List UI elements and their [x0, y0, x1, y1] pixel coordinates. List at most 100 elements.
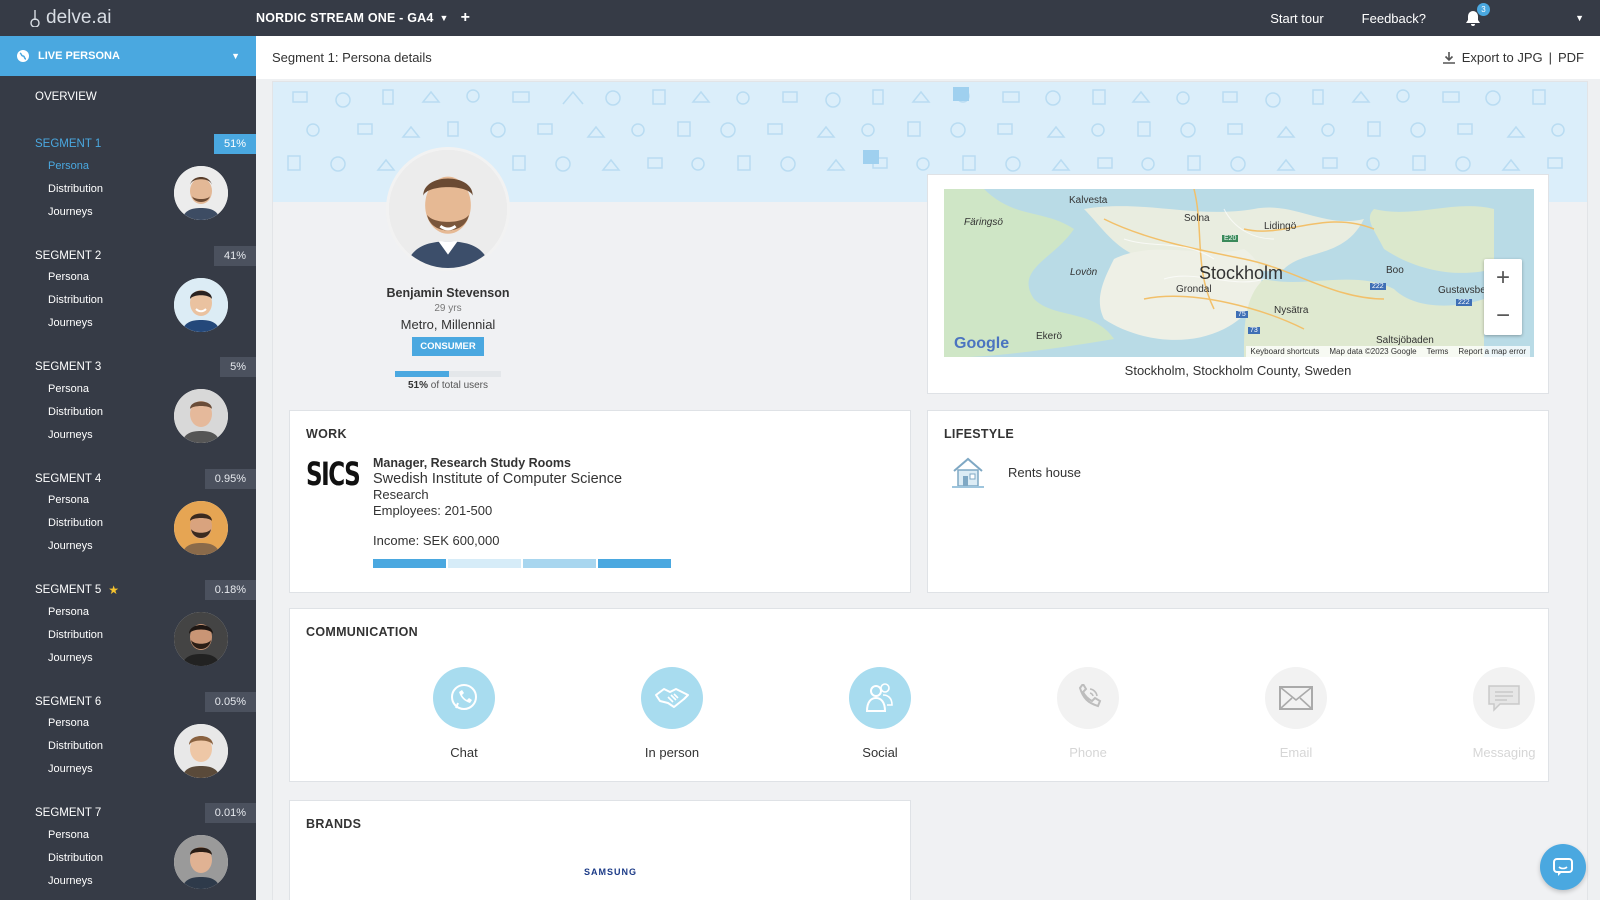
report-map-error-link[interactable]: Report a map error [1458, 347, 1526, 356]
sidebar-segment-6: SEGMENT 6 0.05% Persona Distribution Jou… [0, 691, 256, 804]
consumer-badge[interactable]: CONSUMER [412, 337, 484, 356]
sidebar-segment-1: SEGMENT 1 51% Persona Distribution Journ… [0, 134, 256, 246]
delve-logo-icon [30, 10, 40, 27]
live-persona-dropdown[interactable]: LIVE PERSONA ▼ [0, 36, 256, 76]
terms-link[interactable]: Terms [1427, 347, 1449, 356]
location-map-card: Kalvesta Solna Lidingö Färingsö Lovön St… [927, 174, 1549, 394]
avatar[interactable] [174, 166, 228, 220]
google-logo: Google [954, 335, 1010, 352]
project-name: NORDIC STREAM ONE - GA4 [256, 11, 434, 25]
chat-bubble-icon [1553, 858, 1573, 876]
export-pdf-link[interactable]: PDF [1558, 50, 1584, 65]
channel-messaging[interactable]: Messaging [1400, 667, 1600, 760]
sidebar-segment-7: SEGMENT 7 0.01% Persona Distribution Jou… [0, 803, 256, 900]
feedback-link[interactable]: Feedback? [1362, 11, 1426, 26]
project-selector[interactable]: NORDIC STREAM ONE - GA4 ▼ [256, 11, 449, 25]
channel-label: Social [862, 745, 898, 760]
channel-phone[interactable]: Phone [984, 667, 1192, 760]
location-map[interactable]: Kalvesta Solna Lidingö Färingsö Lovön St… [944, 189, 1534, 357]
road-shield: 222 [1456, 299, 1472, 306]
channel-chat[interactable]: Chat [360, 667, 568, 760]
map-label: Lidingö [1264, 221, 1297, 232]
sidebar-item-overview[interactable]: OVERVIEW [0, 76, 256, 134]
zoom-out-button[interactable]: − [1496, 302, 1510, 330]
segment-percentage: 51% [213, 134, 256, 154]
channel-label: Messaging [1472, 745, 1536, 760]
channel-email[interactable]: Email [1192, 667, 1400, 760]
map-label: Boo [1386, 265, 1404, 276]
map-label: Kalvesta [1069, 195, 1108, 206]
house-icon [952, 457, 984, 488]
lifestyle-item: Rents house [950, 455, 1081, 489]
notification-count-badge: 3 [1477, 3, 1490, 16]
users-progress-bar [395, 371, 501, 377]
top-bar: delve.ai NORDIC STREAM ONE - GA4 ▼ + Sta… [0, 0, 1600, 36]
map-label: Saltsjöbaden [1376, 335, 1434, 346]
segment-label-text: SEGMENT 5 [35, 584, 102, 596]
channel-in-person[interactable]: In person [568, 667, 776, 760]
map-label: Ekerö [1036, 331, 1063, 342]
income-scale-segment [448, 559, 521, 568]
sidebar-segment-4: SEGMENT 4 0.95% Persona Distribution Jou… [0, 468, 256, 581]
company-logo: SICS [306, 455, 361, 493]
avatar[interactable] [174, 612, 228, 666]
start-tour-link[interactable]: Start tour [1270, 11, 1323, 26]
social-people-icon [849, 667, 911, 729]
map-label: Lovön [1070, 267, 1098, 278]
avatar[interactable] [174, 277, 228, 332]
star-icon: ★ [108, 583, 120, 597]
channel-label: Chat [450, 745, 478, 760]
account-menu-chevron-icon[interactable]: ▼ [1575, 13, 1584, 23]
communication-card: COMMUNICATION Chat In person Social Phon… [289, 608, 1549, 782]
download-icon[interactable] [1442, 51, 1456, 65]
persona-name: Benjamin Stevenson [386, 286, 510, 300]
road-shield: 75 [1236, 311, 1248, 318]
persona-canvas: Benjamin Stevenson 29 yrs Metro, Millenn… [272, 81, 1588, 900]
sidebar: LIVE PERSONA ▼ OVERVIEW SEGMENT 1 51% Pe… [0, 36, 256, 900]
map-data-text: Map data ©2023 Google [1329, 347, 1417, 356]
avatar[interactable] [174, 723, 228, 778]
handshake-icon [641, 667, 703, 729]
income-scale-segment [373, 559, 446, 568]
map-label: Nysätra [1274, 305, 1309, 316]
app-logo[interactable]: delve.ai [0, 7, 256, 29]
support-chat-button[interactable] [1540, 844, 1586, 890]
work-card: WORK SICS Manager, Research Study Rooms … [289, 410, 911, 593]
employee-count: Employees: 201-500 [373, 503, 493, 518]
keyboard-shortcuts-link[interactable]: Keyboard shortcuts [1250, 347, 1319, 356]
income: Income: SEK 600,000 [373, 533, 500, 548]
segment-percentage: 0.95% [204, 468, 256, 489]
brands-card: BRANDS SAMSUNG [289, 800, 911, 900]
add-project-icon[interactable]: + [461, 9, 470, 27]
export-jpg-link[interactable]: Export to JPG [1462, 50, 1543, 65]
map-zoom-controls: + − [1484, 259, 1522, 335]
road-shield: 73 [1248, 327, 1260, 334]
export-separator: | [1548, 50, 1552, 65]
channel-social[interactable]: Social [776, 667, 984, 760]
zoom-in-button[interactable]: + [1496, 264, 1510, 292]
persona-age: 29 yrs [434, 303, 462, 314]
road-shield: E20 [1222, 235, 1239, 242]
logo-text: delve.ai [46, 7, 112, 28]
work-title: WORK [306, 427, 347, 441]
segment-label[interactable]: SEGMENT 3 [0, 357, 256, 377]
brands-title: BRANDS [306, 817, 362, 831]
brand-logo-samsung: SAMSUNG [584, 867, 638, 877]
industry: Research [373, 487, 429, 502]
avatar[interactable] [174, 389, 228, 443]
lifestyle-item-label: Rents house [1008, 464, 1081, 480]
message-bubble-icon [1473, 667, 1535, 729]
users-share-pct: 51% [407, 380, 428, 391]
globe-icon [17, 50, 29, 62]
avatar[interactable] [174, 500, 228, 555]
map-label: Solna [1184, 213, 1210, 224]
sidebar-segment-2: SEGMENT 2 41% Persona Distribution Journ… [0, 245, 256, 358]
notifications-bell-icon[interactable]: 3 [1464, 3, 1490, 27]
map-label-stockholm: Stockholm [1199, 263, 1284, 283]
income-scale-bar [373, 559, 671, 568]
map-label: Gustavsbe [1438, 285, 1486, 296]
chat-icon [433, 667, 495, 729]
avatar[interactable] [174, 835, 228, 889]
envelope-icon [1265, 667, 1327, 729]
sidebar-segment-5: SEGMENT 5 ★ 0.18% Persona Distribution J… [0, 580, 256, 692]
